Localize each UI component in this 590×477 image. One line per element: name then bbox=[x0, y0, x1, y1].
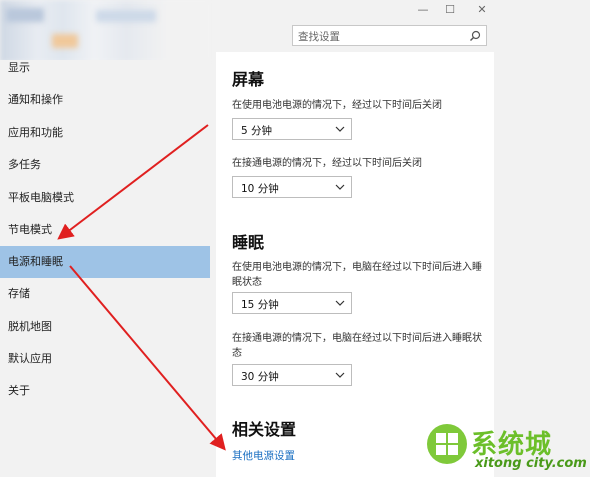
dropdown-value: 10 分钟 bbox=[241, 183, 279, 195]
screen-battery-dropdown[interactable]: 5 分钟 bbox=[232, 118, 352, 140]
sleep-heading: 睡眠 bbox=[232, 233, 265, 252]
windows-logo-icon bbox=[427, 424, 467, 464]
watermark-sub: xitong city.com bbox=[475, 456, 587, 471]
sidebar-item-default-apps[interactable]: 默认应用 bbox=[0, 343, 210, 375]
dropdown-value: 30 分钟 bbox=[241, 371, 279, 383]
sidebar-item-apps[interactable]: 应用和功能 bbox=[0, 117, 210, 149]
minimize-button[interactable]: — bbox=[413, 2, 433, 18]
screen-battery-label: 在使用电池电源的情况下，经过以下时间后关闭 bbox=[232, 100, 442, 111]
sleep-plugged-dropdown[interactable]: 30 分钟 bbox=[232, 364, 352, 386]
watermark-logo: 系统城 xitong city.com bbox=[425, 420, 587, 476]
additional-power-settings-link[interactable]: 其他电源设置 bbox=[232, 448, 295, 463]
sidebar: 显示 通知和操作 应用和功能 多任务 平板电脑模式 节电模式 电源和睡眠 存储 … bbox=[0, 60, 210, 477]
chevron-down-icon bbox=[335, 184, 345, 190]
sidebar-item-offline-maps[interactable]: 脱机地图 bbox=[0, 311, 210, 343]
sidebar-item-power-sleep[interactable]: 电源和睡眠 bbox=[0, 246, 210, 278]
search-icon bbox=[470, 30, 481, 41]
screen-plugged-dropdown[interactable]: 10 分钟 bbox=[232, 176, 352, 198]
search-input[interactable]: 查找设置 bbox=[292, 25, 487, 46]
sidebar-item-display[interactable]: 显示 bbox=[0, 52, 210, 84]
sidebar-item-storage[interactable]: 存储 bbox=[0, 278, 210, 310]
search-placeholder: 查找设置 bbox=[298, 31, 340, 43]
sleep-plugged-label: 在接通电源的情况下，电脑在经过以下时间后进入睡眠状态 bbox=[232, 333, 482, 359]
chevron-down-icon bbox=[335, 300, 345, 306]
dropdown-value: 5 分钟 bbox=[241, 125, 273, 137]
chevron-down-icon bbox=[335, 126, 345, 132]
close-button[interactable]: ✕ bbox=[472, 2, 492, 18]
right-margin bbox=[494, 22, 590, 477]
sidebar-item-battery-saver[interactable]: 节电模式 bbox=[0, 214, 210, 246]
screen-heading: 屏幕 bbox=[232, 70, 265, 89]
sidebar-item-notifications[interactable]: 通知和操作 bbox=[0, 84, 210, 116]
maximize-button[interactable]: ☐ bbox=[440, 2, 460, 18]
related-settings-heading: 相关设置 bbox=[232, 420, 297, 439]
sleep-battery-label: 在使用电池电源的情况下，电脑在经过以下时间后进入睡眠状态 bbox=[232, 262, 482, 288]
screen-plugged-label: 在接通电源的情况下，经过以下时间后关闭 bbox=[232, 158, 422, 169]
chevron-down-icon bbox=[335, 372, 345, 378]
sidebar-item-tablet-mode[interactable]: 平板电脑模式 bbox=[0, 182, 210, 214]
blurred-region bbox=[6, 8, 44, 22]
blurred-region bbox=[52, 34, 78, 48]
dropdown-value: 15 分钟 bbox=[241, 299, 279, 311]
sleep-battery-dropdown[interactable]: 15 分钟 bbox=[232, 292, 352, 314]
blurred-region bbox=[96, 10, 156, 22]
sidebar-item-multitasking[interactable]: 多任务 bbox=[0, 149, 210, 181]
sidebar-item-about[interactable]: 关于 bbox=[0, 375, 210, 407]
